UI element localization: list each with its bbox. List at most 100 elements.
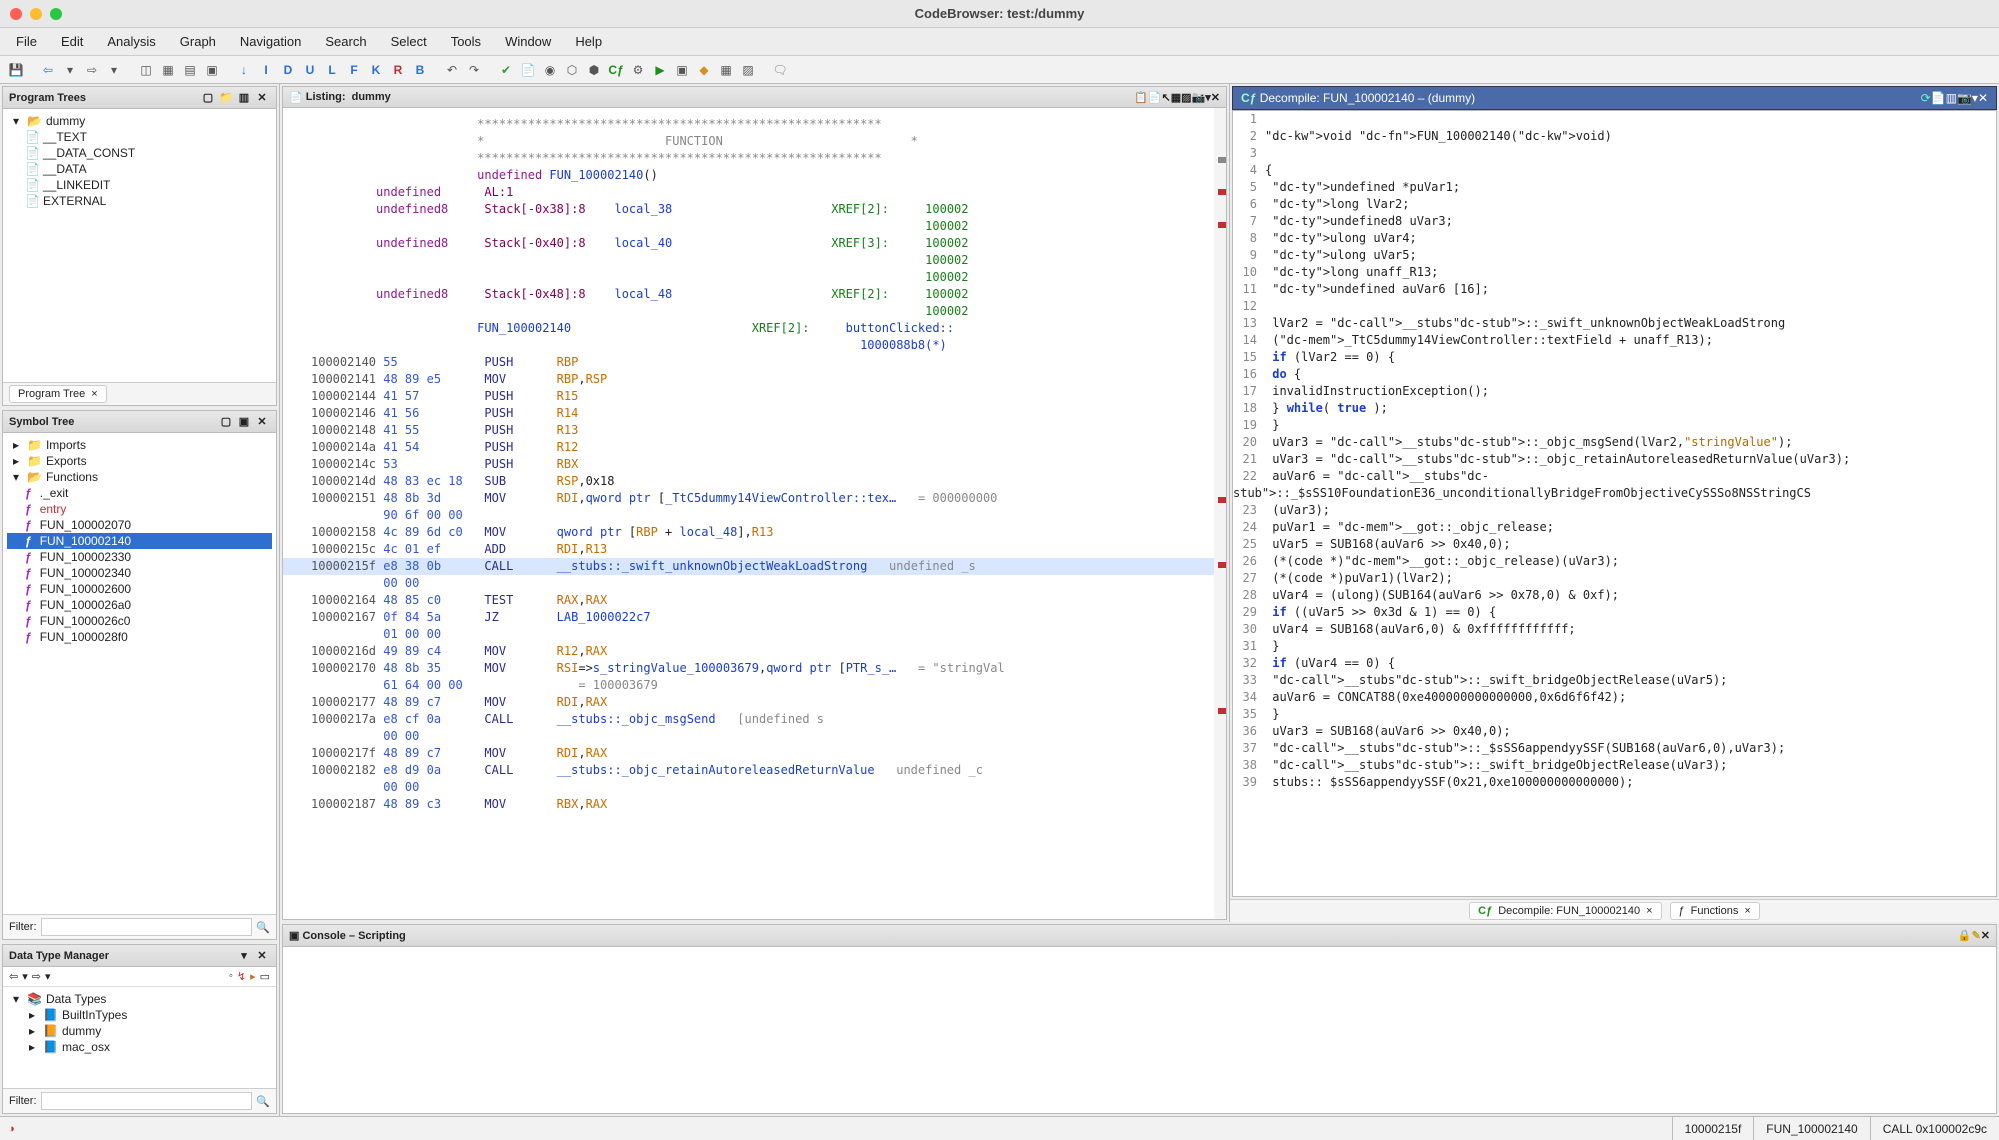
save-icon[interactable]: 💾 — [7, 61, 25, 79]
symbol-filter-input[interactable] — [41, 918, 253, 936]
letter-u-icon[interactable]: U — [301, 61, 319, 79]
zoom-window-icon[interactable] — [50, 8, 62, 20]
menu-help[interactable]: Help — [565, 30, 612, 53]
cursor-icon[interactable]: ↖ — [1162, 91, 1171, 104]
symbol-tree[interactable]: ▸📁 Imports ▸📁 Exports ▾📂 Functions ƒ._ex… — [3, 433, 276, 914]
filter-icon[interactable]: 🔍 — [256, 1095, 270, 1108]
close-icon[interactable]: ✕ — [254, 414, 270, 430]
letter-k-icon[interactable]: K — [367, 61, 385, 79]
tree-folder-functions[interactable]: Functions — [46, 470, 98, 484]
close-icon[interactable]: ✕ — [1981, 929, 1990, 942]
panel-icon[interactable]: ▥ — [1946, 91, 1957, 105]
panel-icon[interactable]: ▥ — [236, 90, 252, 106]
minimize-window-icon[interactable] — [30, 8, 42, 20]
close-icon[interactable]: ✕ — [1978, 91, 1988, 105]
program-tree-tab[interactable]: Program Tree× — [9, 385, 107, 403]
menu-navigation[interactable]: Navigation — [230, 30, 311, 53]
filter-icon[interactable]: 🔍 — [256, 921, 270, 934]
check-icon[interactable]: ✔ — [497, 61, 515, 79]
panel-menu-icon[interactable]: ▾ — [236, 948, 252, 964]
tb-icon[interactable]: ◆ — [695, 61, 713, 79]
close-icon[interactable]: ✕ — [254, 90, 270, 106]
function-item[interactable]: FUN_100002070 — [40, 518, 131, 532]
close-icon[interactable]: ✕ — [1211, 91, 1220, 104]
tb-icon[interactable]: ▦ — [717, 61, 735, 79]
tree-item[interactable]: __TEXT — [43, 130, 87, 144]
tb-icon[interactable]: ▸ — [250, 970, 256, 983]
function-item[interactable]: FUN_1000026a0 — [40, 598, 131, 612]
letter-r-icon[interactable]: R — [389, 61, 407, 79]
tree-root[interactable]: dummy — [46, 114, 85, 128]
letter-f-icon[interactable]: F — [345, 61, 363, 79]
function-item[interactable]: entry — [40, 502, 67, 516]
function-item-selected[interactable]: FUN_100002140 — [40, 534, 131, 548]
function-item[interactable]: FUN_1000028f0 — [40, 630, 128, 644]
panel-icon[interactable]: ▨ — [1181, 91, 1191, 104]
back-icon[interactable]: ⇦ — [9, 970, 18, 983]
panel-icon[interactable]: ▢ — [218, 414, 234, 430]
menu-tools[interactable]: Tools — [441, 30, 491, 53]
decompile-view[interactable]: 12"dc-kw">void "dc-fn">FUN_100002140("dc… — [1232, 110, 1997, 897]
panel-icon[interactable]: 📁 — [218, 90, 234, 106]
tree-item[interactable]: __DATA_CONST — [43, 146, 135, 160]
undo-icon[interactable]: ↶ — [443, 61, 461, 79]
letter-l-icon[interactable]: L — [323, 61, 341, 79]
panel-icon[interactable]: 📄 — [1148, 91, 1162, 104]
tb-icon[interactable]: ▦ — [159, 61, 177, 79]
snapshot-icon[interactable]: 📷 — [1957, 91, 1972, 105]
panel-icon[interactable]: ▣ — [236, 414, 252, 430]
letter-d-icon[interactable]: D — [279, 61, 297, 79]
tb-icon[interactable]: ↯ — [237, 970, 246, 983]
tb-icon[interactable]: ⬢ — [585, 61, 603, 79]
panel-icon[interactable]: 🔒 — [1958, 929, 1972, 942]
tb-icon[interactable]: ◫ — [137, 61, 155, 79]
run-icon[interactable]: ▶ — [651, 61, 669, 79]
function-item[interactable]: FUN_1000026c0 — [40, 614, 131, 628]
graph-icon[interactable]: ◉ — [541, 61, 559, 79]
tb-icon[interactable]: ▭ — [260, 970, 270, 983]
function-item[interactable]: FUN_100002600 — [40, 582, 131, 596]
tb-icon[interactable]: ▣ — [203, 61, 221, 79]
down-arrow-icon[interactable]: ↓ — [235, 61, 253, 79]
function-item[interactable]: FUN_100002340 — [40, 566, 131, 580]
tree-item[interactable]: mac_osx — [62, 1040, 110, 1054]
datatype-tree[interactable]: ▾📚 Data Types ▸📘 BuiltInTypes ▸📙 dummy ▸… — [3, 987, 276, 1088]
decompiler-icon[interactable]: Cƒ — [607, 61, 625, 79]
menu-graph[interactable]: Graph — [170, 30, 226, 53]
panel-icon[interactable]: 📋 — [1134, 91, 1148, 104]
tb-icon[interactable]: ⚙ — [629, 61, 647, 79]
tree-item[interactable]: BuiltInTypes — [62, 1008, 127, 1022]
menu-analysis[interactable]: Analysis — [97, 30, 165, 53]
forward-menu-icon[interactable]: ▾ — [105, 61, 123, 79]
menu-search[interactable]: Search — [315, 30, 376, 53]
redo-icon[interactable]: ↷ — [465, 61, 483, 79]
close-tab-icon[interactable]: × — [1744, 905, 1750, 917]
tree-item[interactable]: dummy — [62, 1024, 101, 1038]
tree-item[interactable]: __LINKEDIT — [43, 178, 110, 192]
panel-icon[interactable]: 📄 — [1931, 91, 1946, 105]
panel-icon[interactable]: ✎ — [1972, 929, 1981, 942]
forward-icon[interactable]: ⇨ — [83, 61, 101, 79]
close-icon[interactable]: ✕ — [254, 948, 270, 964]
overview-ruler[interactable] — [1214, 108, 1226, 919]
close-window-icon[interactable] — [10, 8, 22, 20]
refresh-icon[interactable]: ⟳ — [1921, 91, 1931, 105]
tree-item[interactable]: EXTERNAL — [43, 194, 106, 208]
menu-edit[interactable]: Edit — [51, 30, 93, 53]
function-item[interactable]: ._exit — [40, 486, 69, 500]
tb-icon[interactable]: ▨ — [739, 61, 757, 79]
snapshot-icon[interactable]: 📷 — [1192, 91, 1206, 104]
close-tab-icon[interactable]: × — [91, 388, 97, 400]
letter-b-icon[interactable]: B — [411, 61, 429, 79]
back-menu-icon[interactable]: ▾ — [61, 61, 79, 79]
tb-icon[interactable]: ▣ — [673, 61, 691, 79]
function-item[interactable]: FUN_100002330 — [40, 550, 131, 564]
letter-i-icon[interactable]: I — [257, 61, 275, 79]
listing-view[interactable]: ****************************************… — [282, 108, 1227, 920]
menu-window[interactable]: Window — [495, 30, 561, 53]
panel-icon[interactable]: ▦ — [1171, 91, 1181, 104]
menu-file[interactable]: File — [6, 30, 47, 53]
decompile-tab[interactable]: Cƒ Decompile: FUN_100002140 × — [1469, 902, 1661, 920]
tree-root[interactable]: Data Types — [46, 992, 106, 1006]
tb-icon[interactable]: ◦ — [229, 970, 233, 983]
